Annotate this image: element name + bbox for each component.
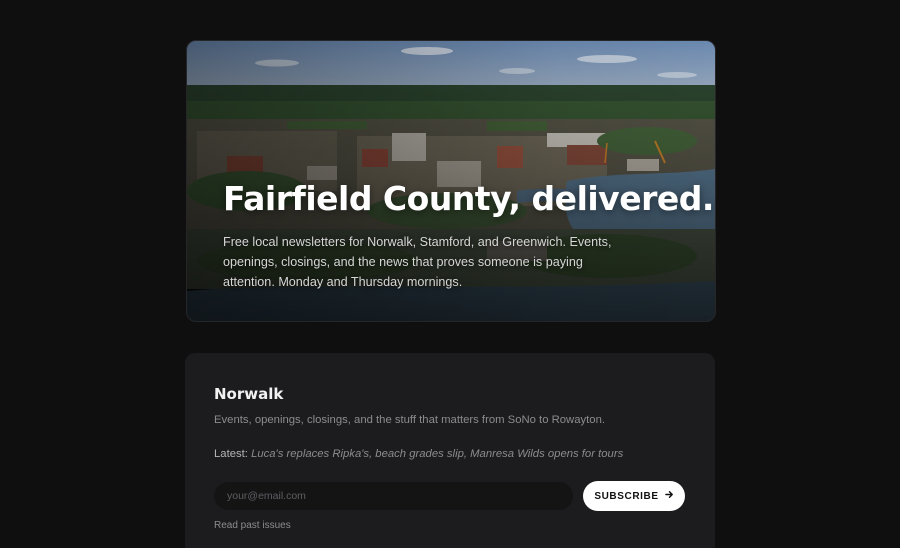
email-input[interactable] xyxy=(214,482,573,510)
read-past-issues-link[interactable]: Read past issues xyxy=(214,520,291,531)
page: Fairfield County, delivered. Free local … xyxy=(0,0,900,548)
newsletter-description: Events, openings, closings, and the stuf… xyxy=(214,414,605,426)
hero-title: Fairfield County, delivered. xyxy=(223,179,714,218)
hero-description: Free local newsletters for Norwalk, Stam… xyxy=(223,235,612,289)
arrow-right-icon xyxy=(664,490,674,502)
subscribe-button[interactable]: SUBSCRIBE xyxy=(583,481,685,511)
subscribe-label: SUBSCRIBE xyxy=(594,490,659,502)
newsletter-title: Norwalk xyxy=(214,385,284,403)
newsletter-card-norwalk: Norwalk Events, openings, closings, and … xyxy=(185,353,715,548)
latest-issue-text: Luca's replaces Ripka's, beach grades sl… xyxy=(251,448,624,460)
hero-banner: Fairfield County, delivered. Free local … xyxy=(186,40,716,322)
latest-label: Latest: xyxy=(214,448,248,460)
latest-issue: Latest: Luca's replaces Ripka's, beach g… xyxy=(214,448,623,460)
